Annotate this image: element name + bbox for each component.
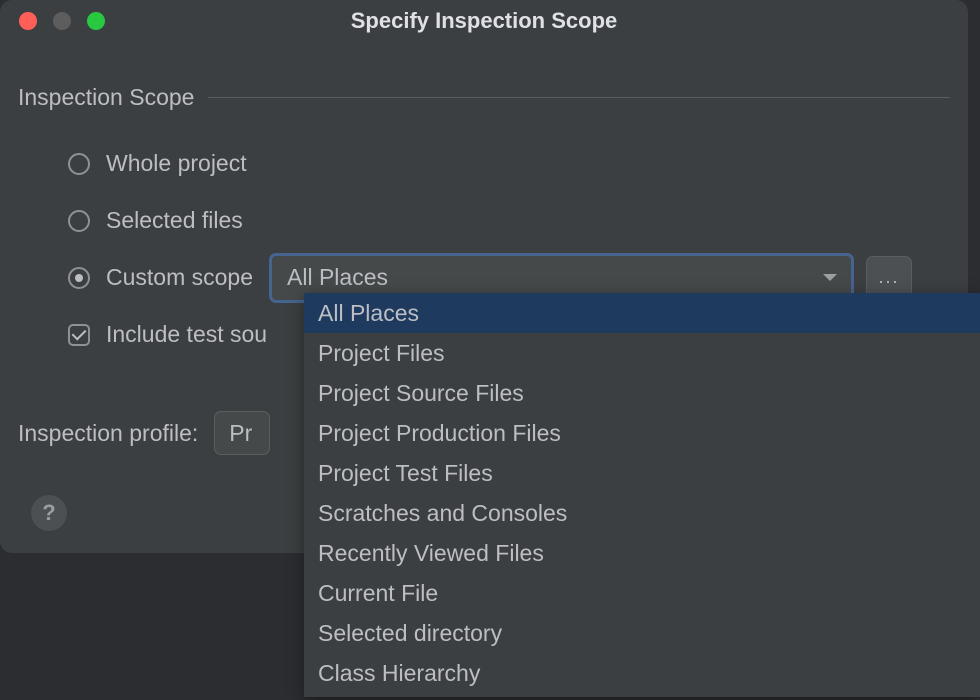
dropdown-item-class-hierarchy[interactable]: Class Hierarchy [304, 653, 980, 693]
whole-project-radio[interactable] [68, 153, 90, 175]
dialog-title: Specify Inspection Scope [351, 8, 618, 34]
selected-files-radio[interactable] [68, 210, 90, 232]
window-controls [0, 12, 124, 30]
help-button[interactable]: ? [31, 495, 67, 531]
whole-project-label[interactable]: Whole project [106, 150, 247, 177]
custom-scope-label[interactable]: Custom scope [106, 264, 253, 291]
chevron-down-icon [823, 274, 837, 281]
inspection-scope-dialog: Specify Inspection Scope Inspection Scop… [0, 0, 968, 553]
inspection-profile-label: Inspection profile: [18, 420, 198, 447]
maximize-window-button[interactable] [87, 12, 105, 30]
dropdown-item-project-source-files[interactable]: Project Source Files [304, 373, 980, 413]
dropdown-item-project-files[interactable]: Project Files [304, 333, 980, 373]
include-tests-checkbox[interactable] [68, 324, 90, 346]
dropdown-item-project-production-files[interactable]: Project Production Files [304, 413, 980, 453]
section-title: Inspection Scope [18, 84, 194, 111]
dropdown-item-project-test-files[interactable]: Project Test Files [304, 453, 980, 493]
dropdown-item-all-places[interactable]: All Places [304, 293, 980, 333]
close-window-button[interactable] [19, 12, 37, 30]
dropdown-item-selected-directory[interactable]: Selected directory [304, 613, 980, 653]
section-header: Inspection Scope [18, 84, 950, 111]
titlebar: Specify Inspection Scope [0, 0, 968, 42]
custom-scope-dropdown: All Places Project Files Project Source … [304, 293, 980, 697]
whole-project-row: Whole project [68, 135, 950, 192]
selected-files-label[interactable]: Selected files [106, 207, 243, 234]
dropdown-item-current-file[interactable]: Current File [304, 573, 980, 613]
custom-scope-radio[interactable] [68, 267, 90, 289]
dropdown-item-scratches-consoles[interactable]: Scratches and Consoles [304, 493, 980, 533]
minimize-window-button[interactable] [53, 12, 71, 30]
custom-scope-combo-text: All Places [287, 264, 388, 291]
divider [208, 97, 950, 98]
include-tests-label[interactable]: Include test sou [106, 321, 267, 348]
inspection-profile-select[interactable]: Pr [214, 411, 270, 455]
dropdown-item-recently-viewed-files[interactable]: Recently Viewed Files [304, 533, 980, 573]
help-icon: ? [42, 500, 55, 526]
ellipsis-icon: ... [879, 267, 900, 288]
selected-files-row: Selected files [68, 192, 950, 249]
inspection-profile-value: Pr [229, 420, 252, 447]
